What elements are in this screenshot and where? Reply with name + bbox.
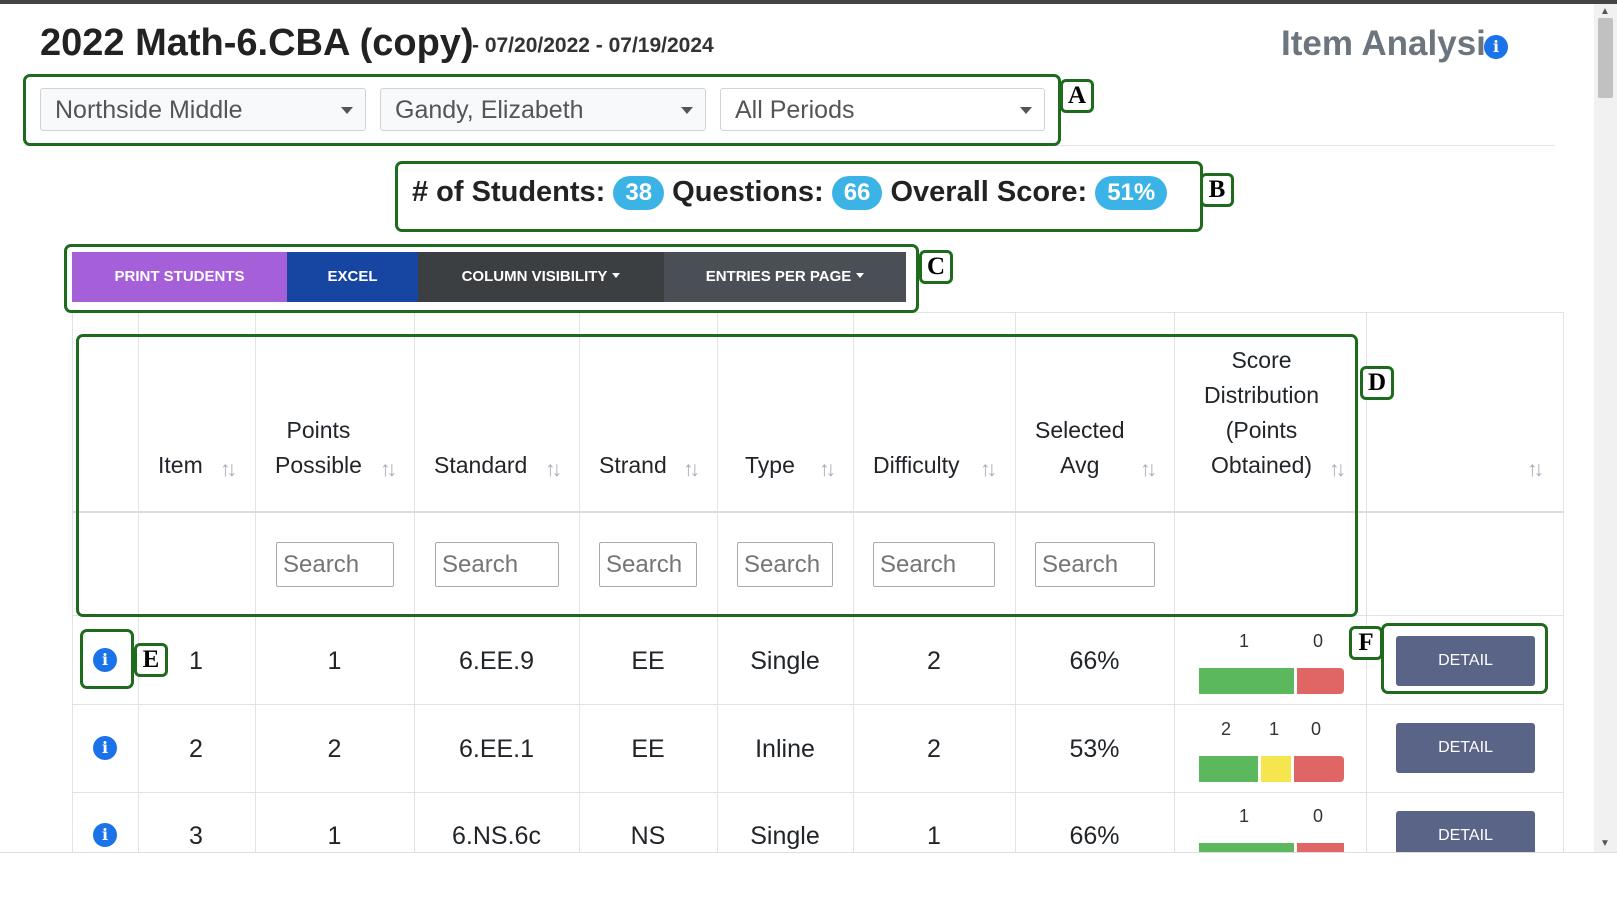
cell-avg: 53% [1069,735,1120,763]
cell-type: Inline [755,735,815,763]
page-bottom [0,852,1617,897]
cell-strand: EE [631,647,665,675]
cell-standard: 6.NS.6c [452,822,541,850]
cell-points: 1 [327,822,342,850]
distribution-bar-partial [1261,756,1291,782]
distribution-bar-full [1199,668,1294,694]
page-title: Item Analysis [1281,24,1506,63]
cell-difficulty: 2 [927,647,941,675]
annotation-box-a [23,74,1061,146]
distribution-label: 1 [1239,806,1250,826]
detail-button[interactable]: DETAIL [1396,811,1535,852]
distribution-label: 2 [1221,719,1232,739]
cell-strand: NS [630,822,666,850]
cell-type: Single [750,647,820,675]
distribution-label: 1 [1239,631,1250,651]
info-icon[interactable]: i [93,736,117,760]
distribution-label: 1 [1269,719,1280,739]
annotation-label-a: A [1060,79,1094,113]
cell-strand: EE [631,735,665,763]
assessment-dates: - 07/20/2022 - 07/19/2024 [472,34,714,57]
info-icon[interactable]: i [1484,35,1508,59]
cell-item: 3 [189,822,203,850]
cell-avg: 66% [1069,647,1120,675]
annotation-label-d: D [1360,366,1394,400]
annotation-label-f: F [1349,626,1383,660]
distribution-bar-zero [1294,756,1344,782]
annotation-box-e [80,629,134,689]
cell-standard: 6.EE.9 [458,647,535,675]
annotation-box-b [395,161,1203,232]
distribution-bar-full [1199,843,1294,852]
cell-type: Single [750,822,820,850]
scroll-down-icon[interactable]: ▼ [1600,838,1610,849]
cell-item: 1 [189,647,203,675]
distribution-label: 0 [1311,719,1322,739]
distribution-bar-zero [1297,668,1344,694]
cell-difficulty: 2 [927,735,941,763]
cell-points: 1 [327,647,342,675]
item-analysis-page: 2022 Math-6.CBA (copy) - 07/20/2022 - 07… [0,0,1617,897]
annotation-label-c: C [919,250,953,284]
scrollbar-thumb[interactable] [1598,18,1613,98]
window-top-border [0,0,1617,4]
distribution-label: 0 [1313,806,1324,826]
row-divider [72,792,1564,793]
detail-button[interactable]: DETAIL [1396,723,1535,773]
annotation-box-d [76,334,1358,617]
vertical-scrollbar[interactable]: ▲ ▼ [1594,4,1617,852]
scroll-up-icon[interactable]: ▲ [1600,6,1610,17]
cell-avg: 66% [1069,822,1120,850]
cell-difficulty: 1 [927,822,941,850]
cell-item: 2 [189,735,203,763]
distribution-bar-zero [1297,843,1344,852]
annotation-box-c [64,244,919,313]
cell-standard: 6.EE.1 [458,735,535,763]
annotation-label-e: E [134,643,168,677]
distribution-bar-full [1199,756,1258,782]
info-icon[interactable]: i [93,823,117,847]
annotation-label-b: B [1200,173,1234,207]
annotation-box-f [1381,623,1548,694]
cell-points: 2 [327,735,342,763]
assessment-title: 2022 Math-6.CBA (copy) [40,22,474,64]
distribution-label: 0 [1313,631,1324,651]
row-divider [72,704,1564,705]
sort-icon[interactable]: ↑↓ [1527,458,1544,482]
